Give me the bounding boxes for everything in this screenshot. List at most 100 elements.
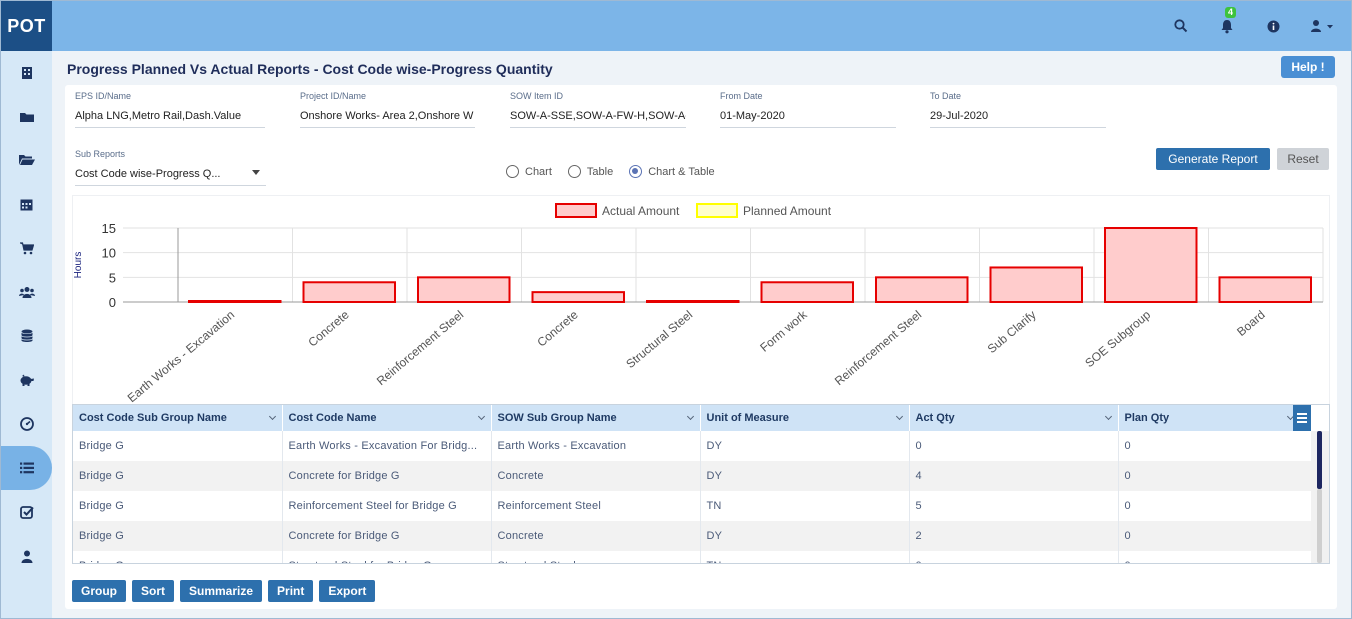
radio-chart-table[interactable]: Chart & Table: [629, 165, 715, 178]
column-header[interactable]: Act Qty: [909, 405, 1119, 431]
sidebar-item-building[interactable]: [1, 51, 52, 95]
table-cell: Structural Steel for Bridge G: [282, 551, 492, 563]
chevron-down-icon[interactable]: [686, 412, 694, 421]
sub-reports-select[interactable]: Sub Reports Cost Code wise-Progress Q...: [75, 149, 266, 186]
table-cell: 4: [909, 461, 1119, 491]
table-cell: 0: [1118, 461, 1312, 491]
sidebar-item-database[interactable]: [1, 314, 52, 358]
bar-actual: [417, 276, 511, 304]
sidebar-item-folder[interactable]: [1, 95, 52, 139]
top-bar: POT 4: [1, 1, 1351, 51]
to-date-value[interactable]: 29-Jul-2020: [930, 110, 1106, 128]
gauge-icon: [19, 417, 34, 431]
data-grid: Cost Code Sub Group Name Cost Code Name …: [72, 404, 1330, 564]
chevron-down-icon[interactable]: [895, 412, 903, 421]
search-icon[interactable]: [1171, 16, 1191, 36]
column-header[interactable]: Cost Code Name: [282, 405, 492, 431]
to-date-label: To Date: [930, 91, 962, 101]
table-cell: Reinforcement Steel: [491, 491, 701, 521]
y-tick-label: 5: [109, 270, 116, 285]
column-header[interactable]: SOW Sub Group Name: [491, 405, 701, 431]
eps-field[interactable]: EPS ID/Name Alpha LNG,Metro Rail,Dash.Va…: [75, 91, 265, 128]
table-row[interactable]: Bridge G Reinforcement Steel for Bridge …: [73, 491, 1312, 521]
bar-actual: [302, 281, 396, 304]
radio-chart[interactable]: Chart: [506, 165, 552, 178]
table-header-row: Cost Code Sub Group Name Cost Code Name …: [73, 405, 1312, 431]
radio-table[interactable]: Table: [567, 165, 614, 178]
x-tick-label: Structural Steel: [623, 308, 695, 371]
sow-field[interactable]: SOW Item ID SOW-A-SSE,SOW-A-FW-H,SOW-A-R…: [510, 91, 686, 128]
sidebar-item-gauge[interactable]: [1, 402, 52, 446]
building-icon: [21, 67, 32, 79]
table-row[interactable]: Bridge G Concrete for Bridge G Concrete …: [73, 461, 1312, 491]
chevron-down-icon[interactable]: [1104, 412, 1112, 421]
sidebar-item-cart[interactable]: [1, 226, 52, 270]
column-header[interactable]: Plan Qty: [1118, 405, 1312, 431]
group-button[interactable]: Group: [72, 580, 126, 602]
sidebar-item-user[interactable]: [1, 534, 52, 578]
table-cell: Bridge G: [73, 431, 283, 461]
radio-circle[interactable]: [506, 165, 519, 178]
table-row[interactable]: Bridge G Structural Steel for Bridge G S…: [73, 551, 1312, 563]
to-date-field[interactable]: To Date 29-Jul-2020: [930, 91, 1106, 128]
scrollbar-thumb[interactable]: [1317, 431, 1322, 489]
legend-label: Planned Amount: [743, 204, 832, 218]
radio-circle[interactable]: [629, 165, 643, 178]
column-header[interactable]: Cost Code Sub Group Name: [73, 405, 283, 431]
app-logo[interactable]: POT: [1, 1, 52, 51]
print-button[interactable]: Print: [268, 580, 314, 602]
chevron-down-icon[interactable]: [477, 412, 485, 421]
x-tick-label: Concrete: [534, 307, 581, 349]
vertical-scrollbar[interactable]: [1311, 431, 1329, 563]
x-tick-label: Concrete: [305, 307, 352, 349]
sidebar-item-users[interactable]: [1, 270, 52, 314]
table-cell: 5: [909, 491, 1119, 521]
app-window: POT 4 Progress Planned Vs Actual Reports…: [0, 0, 1352, 619]
sidebar-item-calendar[interactable]: [1, 182, 52, 226]
user-menu[interactable]: [1309, 16, 1337, 36]
bell-icon[interactable]: 4: [1217, 7, 1237, 36]
sidebar-item-piggy[interactable]: [1, 358, 52, 402]
column-header[interactable]: Unit of Measure: [700, 405, 910, 431]
project-field[interactable]: Project ID/Name Onshore Works- Area 2,On…: [300, 91, 475, 128]
sow-value[interactable]: SOW-A-SSE,SOW-A-FW-H,SOW-A-RF: [510, 110, 686, 128]
x-tick-label: Earth Works - Excavation: [125, 308, 238, 406]
radio-table-label: Table: [586, 165, 614, 178]
export-button[interactable]: Export: [319, 580, 376, 602]
table-cell: Bridge G: [73, 491, 283, 521]
generate-report-button[interactable]: Generate Report: [1156, 148, 1270, 170]
column-menu-button[interactable]: [1293, 405, 1311, 431]
project-value[interactable]: Onshore Works- Area 2,Onshore W: [300, 110, 475, 128]
x-tick-label: Form work: [757, 307, 810, 355]
sidebar-item-folder-open[interactable]: [1, 138, 52, 182]
cart-icon: [19, 241, 34, 254]
action-buttons: Group Sort Summarize Print Export: [72, 580, 376, 602]
sub-reports-label: Sub Reports: [75, 149, 126, 159]
table-row[interactable]: Bridge G Earth Works - Excavation For Br…: [73, 431, 1312, 461]
table-cell: Concrete for Bridge G: [282, 461, 492, 491]
radio-circle[interactable]: [567, 165, 581, 178]
chevron-down-icon[interactable]: [268, 412, 276, 421]
sidebar-item-list[interactable]: [1, 446, 52, 490]
bar-actual: [760, 281, 854, 304]
from-date-value[interactable]: 01-May-2020: [720, 110, 896, 128]
from-date-field[interactable]: From Date 01-May-2020: [720, 91, 896, 128]
x-tick-label: Board: [1234, 308, 1268, 339]
view-options: Chart Table Chart & Table: [506, 165, 715, 178]
table-row[interactable]: Bridge G Concrete for Bridge G Concrete …: [73, 521, 1312, 551]
chevron-down-icon[interactable]: [252, 170, 260, 175]
project-label: Project ID/Name: [300, 91, 367, 101]
reset-button[interactable]: Reset: [1277, 148, 1329, 170]
sub-reports-value[interactable]: Cost Code wise-Progress Q...: [75, 168, 266, 186]
help-button[interactable]: Help !: [1281, 56, 1335, 78]
sidebar-item-check[interactable]: [1, 490, 52, 534]
sort-button[interactable]: Sort: [132, 580, 174, 602]
bar-actual: [188, 300, 282, 303]
y-tick-label: 10: [102, 246, 116, 261]
table-cell: Earth Works - Excavation For Bridg...: [282, 431, 492, 461]
page-title: Progress Planned Vs Actual Reports - Cos…: [67, 61, 553, 77]
table-cell: 0: [1118, 521, 1312, 551]
summarize-button[interactable]: Summarize: [180, 580, 263, 602]
eps-value[interactable]: Alpha LNG,Metro Rail,Dash.Value: [75, 110, 265, 128]
info-icon[interactable]: [1263, 16, 1283, 36]
